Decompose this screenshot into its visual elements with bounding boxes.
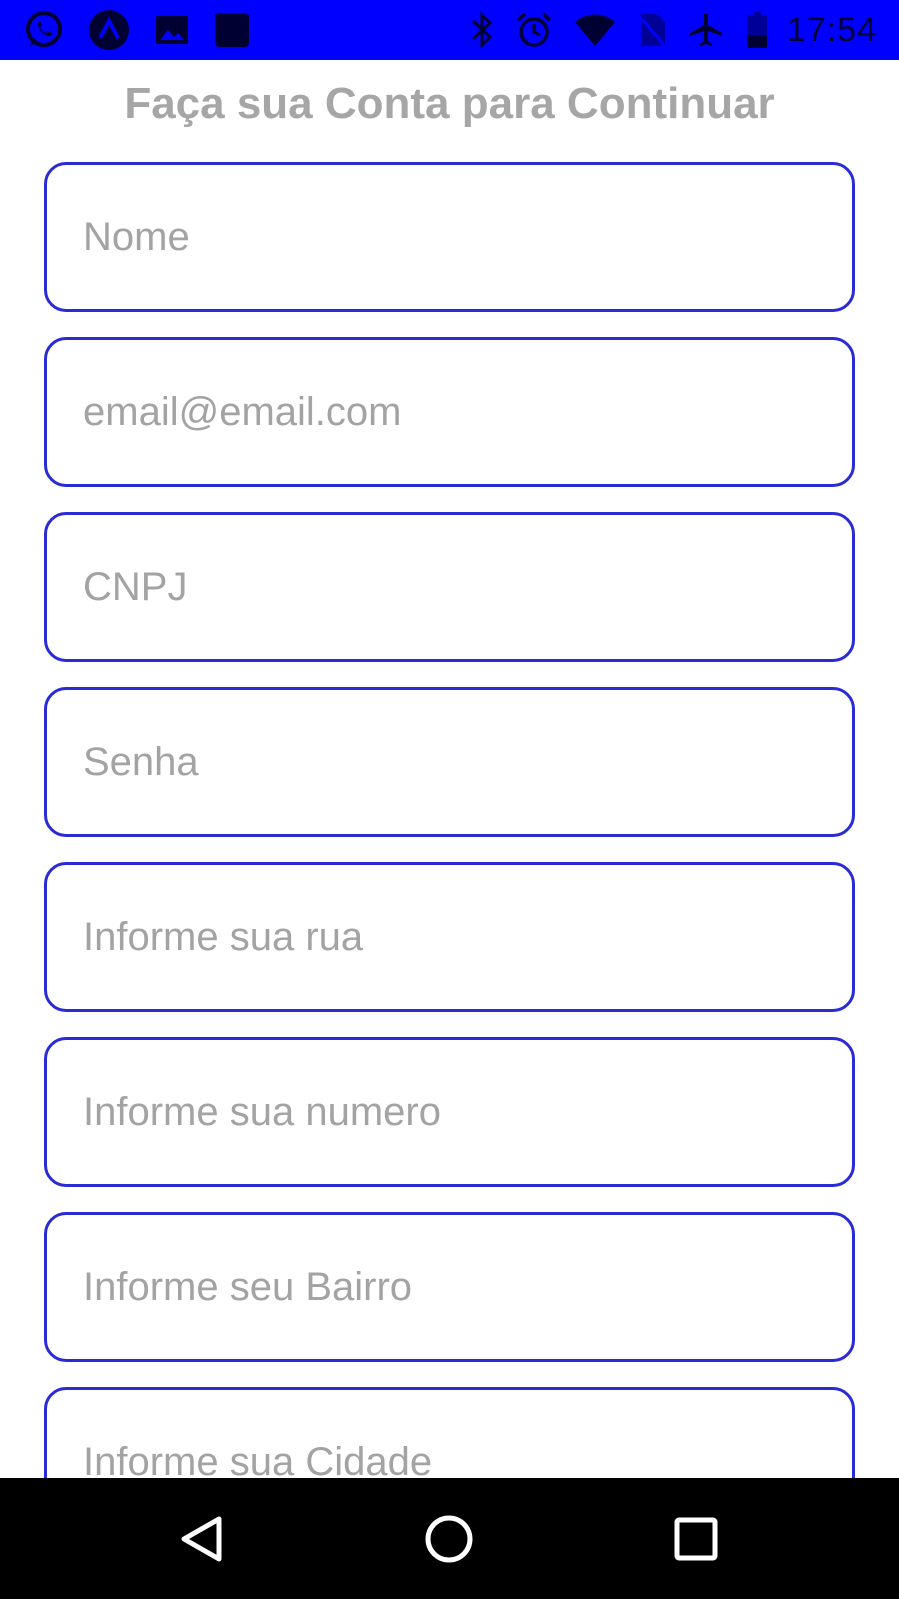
home-icon[interactable] [404,1494,494,1584]
password-field[interactable] [44,687,855,837]
navigation-bar [0,1478,899,1599]
bluetooth-icon [469,11,495,49]
street-field[interactable] [44,862,855,1012]
status-bar: 17:54 [0,0,899,60]
back-icon[interactable] [158,1494,248,1584]
number-input[interactable] [83,1089,852,1135]
email-field[interactable] [44,337,855,487]
neighborhood-field[interactable] [44,1212,855,1362]
name-field[interactable] [44,162,855,312]
no-sim-icon [637,12,667,48]
wifi-icon [573,12,617,48]
cnpj-field[interactable] [44,512,855,662]
app-a-icon [88,9,130,51]
signup-form [44,162,855,1478]
battery-icon [745,11,769,49]
status-time: 17:54 [786,10,877,49]
recents-icon[interactable] [651,1494,741,1584]
app-square-icon [214,12,250,48]
city-field[interactable] [44,1387,855,1478]
status-system-icons: 17:54 [449,11,877,50]
gallery-icon [154,12,190,48]
whatsapp-icon [24,10,64,50]
name-input[interactable] [83,214,852,260]
email-input[interactable] [83,389,852,435]
number-field[interactable] [44,1037,855,1187]
alarm-icon [515,11,553,49]
city-input[interactable] [83,1439,852,1478]
cnpj-input[interactable] [83,564,852,610]
password-input[interactable] [83,739,852,785]
street-input[interactable] [83,914,852,960]
airplane-mode-icon [687,11,725,49]
page-title: Faça sua Conta para Continuar [124,79,775,128]
status-notifications [24,9,274,51]
app-screen: 17:54 Faça sua Conta para Continuar [0,0,899,1599]
neighborhood-input[interactable] [83,1264,852,1310]
